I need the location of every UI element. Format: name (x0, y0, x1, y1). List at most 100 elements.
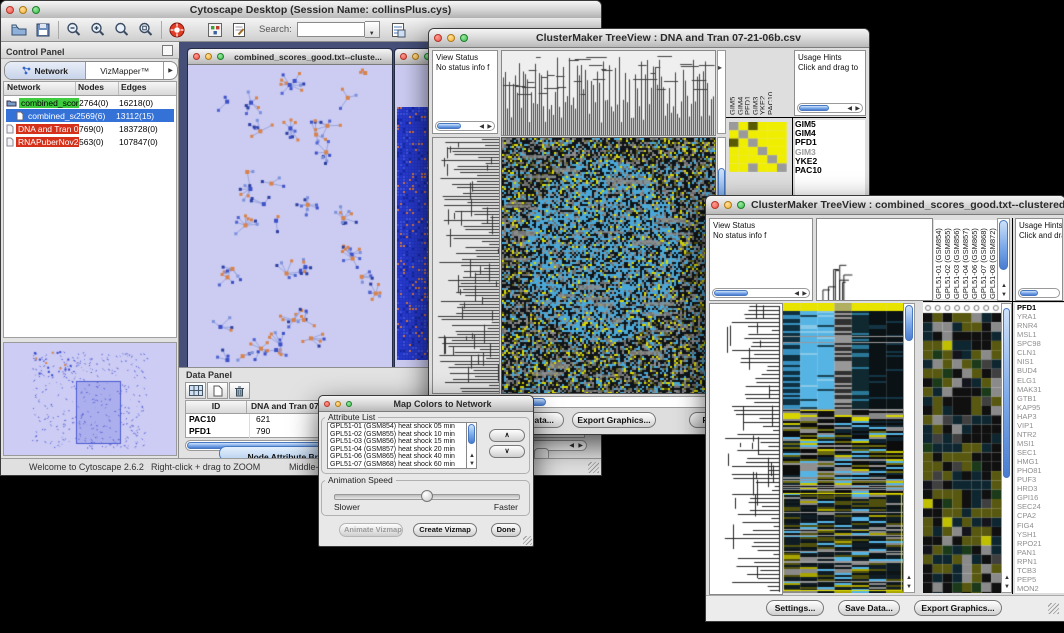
move-down-button[interactable]: ∨ (489, 445, 525, 458)
row-dendrogram[interactable] (709, 303, 783, 595)
col-network[interactable]: Network (4, 82, 76, 95)
minimize-icon[interactable] (335, 401, 341, 407)
column-label[interactable]: YKE2 (758, 55, 765, 115)
scroll-right-icon[interactable] (802, 291, 807, 297)
dialog-titlebar[interactable]: Map Colors to Network (319, 396, 533, 412)
col-id[interactable]: ID (186, 401, 247, 413)
zoom-heatmap-canvas[interactable] (923, 303, 1001, 593)
move-up-button[interactable]: ∧ (489, 429, 525, 442)
gene-item[interactable]: RPO21 (1017, 539, 1064, 548)
tab-vizmapper[interactable]: VizMapper™ (86, 62, 163, 79)
usage-hints-scrollbar[interactable] (797, 103, 863, 113)
gene-item[interactable]: FIG4 (1017, 521, 1064, 530)
delete-attribute-button[interactable] (229, 382, 250, 399)
matrix-network-canvas[interactable] (397, 107, 430, 360)
gene-item[interactable]: GTB1 (1017, 394, 1064, 403)
gene-item[interactable]: YSH1 (1017, 530, 1064, 539)
column-dendrogram[interactable] (501, 50, 716, 136)
column-label[interactable]: GIM5 (728, 55, 735, 115)
minimize-icon[interactable] (19, 6, 27, 14)
slider-thumb[interactable] (421, 490, 433, 502)
column-label[interactable]: GIM3 (751, 55, 758, 115)
tab-overflow-button[interactable]: ▶ (163, 62, 177, 79)
column-label[interactable]: GPL51-03 (GSM856) (952, 220, 961, 299)
column-label[interactable]: GIM4 (736, 55, 743, 115)
gene-item[interactable]: PFD1 (1017, 303, 1064, 312)
gene-item[interactable]: MSL1 (1017, 330, 1064, 339)
network-row[interactable]: DNA and Tran 07 769(0) 183728(0) (6, 122, 174, 135)
scroll-down-icon[interactable] (1004, 584, 1010, 590)
gene-item[interactable]: PAC10 (795, 166, 865, 175)
attribute-item[interactable]: GPL51-04 (GSM857) heat shock 20 min (328, 446, 466, 454)
select-attributes-button[interactable] (185, 382, 206, 399)
gene-item[interactable]: PHO81 (1017, 466, 1064, 475)
scroll-left-icon[interactable] (794, 291, 799, 297)
scroll-up-icon[interactable] (469, 453, 475, 459)
zoom-window-icon[interactable] (217, 53, 224, 60)
zoom-actual-button[interactable] (110, 20, 134, 40)
scroll-left-icon[interactable] (847, 106, 852, 112)
import-table-button[interactable] (386, 20, 410, 40)
gene-item[interactable]: CPA2 (1017, 511, 1064, 520)
export-graphics-button[interactable]: Export Graphics... (572, 412, 656, 428)
gene-item[interactable]: PUF3 (1017, 475, 1064, 484)
resize-grip[interactable] (1048, 603, 1059, 614)
close-icon[interactable] (400, 53, 407, 60)
minimize-icon[interactable] (724, 201, 732, 209)
column-label[interactable]: GPL51-08 (GSM872) (988, 220, 997, 299)
network-row[interactable]: RNAPuberNov2+| 563(0) 107847(0) (6, 135, 174, 148)
scroll-left-icon[interactable] (479, 124, 484, 130)
scroll-down-icon[interactable] (1001, 292, 1007, 298)
new-attribute-button[interactable] (207, 382, 228, 399)
column-label[interactable]: PAC10 (766, 55, 773, 115)
scroll-right-icon[interactable] (578, 443, 583, 449)
network-table-header[interactable]: Network Nodes Edges (4, 82, 176, 96)
scroll-thumb[interactable] (999, 220, 1008, 270)
float-panel-icon[interactable] (162, 45, 173, 56)
main-titlebar[interactable]: Cytoscape Desktop (Session Name: collins… (1, 1, 601, 19)
attribute-item[interactable]: GPL51-03 (GSM856) heat shock 15 min (328, 438, 466, 446)
scroll-thumb[interactable] (437, 123, 461, 129)
network-view-titlebar[interactable]: combined_scores_good.txt--cluste... (188, 49, 392, 65)
zoom-window-icon[interactable] (460, 34, 468, 42)
zoom-selected-button[interactable] (134, 20, 158, 40)
column-label[interactable]: GPL51-04 (GSM857) (961, 220, 970, 299)
gene-item[interactable]: MON2 (1017, 584, 1064, 593)
zoom-window-icon[interactable] (737, 201, 745, 209)
treeview2-titlebar[interactable]: ClusterMaker TreeView : combined_scores_… (706, 196, 1064, 215)
zoom-vscrollbar[interactable] (1001, 303, 1012, 593)
scroll-up-icon[interactable] (1004, 575, 1010, 581)
gene-item[interactable]: PAN1 (1017, 548, 1064, 557)
close-icon[interactable] (6, 6, 14, 14)
scroll-thumb[interactable] (468, 424, 475, 444)
export-graphics-button[interactable]: Export Graphics... (914, 600, 1002, 616)
column-label[interactable]: GPL51-01 (GSM854) (934, 220, 943, 299)
save-session-button[interactable] (31, 20, 55, 40)
gene-item[interactable]: HMG1 (1017, 457, 1064, 466)
dendrogram-scroll-strip[interactable] (717, 50, 726, 134)
save-data-button[interactable]: Save Data... (838, 600, 900, 616)
column-label[interactable]: GPL51-02 (GSM855) (943, 220, 952, 299)
search-menu-button[interactable] (365, 21, 380, 38)
done-button[interactable]: Done (491, 523, 521, 537)
close-icon[interactable] (193, 53, 200, 60)
zoom-window-icon[interactable] (32, 6, 40, 14)
create-vizmap-button[interactable]: Create Vizmap (413, 523, 477, 537)
heatmap-canvas[interactable] (501, 137, 716, 394)
column-label[interactable]: PFD1 (743, 55, 750, 115)
resize-grip[interactable] (523, 536, 532, 545)
attribute-item[interactable]: GPL51-07 (GSM868) heat shock 60 min (328, 461, 466, 469)
row-dendrogram[interactable] (432, 137, 500, 394)
plugins-button[interactable] (203, 20, 227, 40)
column-label[interactable]: GPL51-07 (GSM868) (979, 220, 988, 299)
scroll-right-icon[interactable] (487, 124, 492, 130)
listbox-vscrollbar[interactable] (466, 422, 477, 469)
gene-item[interactable]: MAK31 (1017, 385, 1064, 394)
network-row-selected[interactable]: combined_sco 2569(6) 13112(15) (6, 109, 174, 122)
close-icon[interactable] (324, 401, 330, 407)
help-button[interactable] (165, 20, 189, 40)
scroll-up-icon[interactable] (906, 575, 912, 581)
close-icon[interactable] (711, 201, 719, 209)
view-status-scrollbar[interactable] (712, 288, 810, 298)
scroll-down-icon[interactable] (469, 461, 475, 467)
